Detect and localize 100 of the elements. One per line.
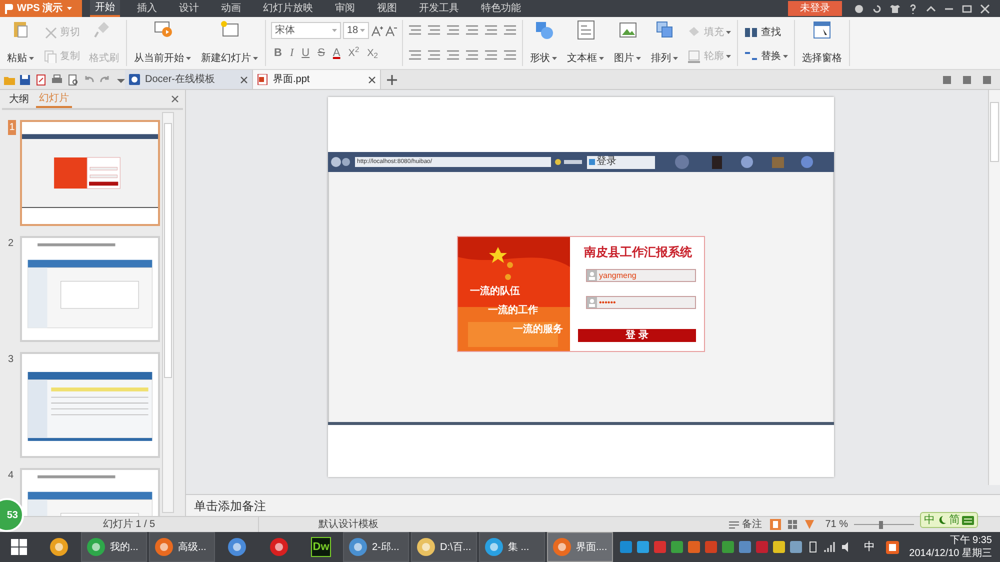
ribbon-button[interactable]: 文本框 (563, 20, 608, 66)
tray-icon (756, 541, 768, 553)
add-tab-icon[interactable] (387, 74, 397, 84)
script-button[interactable]: X$_{2}$ (367, 46, 378, 61)
taskbar-button[interactable]: 集 ... (479, 532, 545, 562)
ribbon-button[interactable]: 粘贴 (3, 20, 38, 66)
ribbon-tool-icon (618, 20, 638, 40)
caret-icon (552, 57, 557, 60)
tray-icon (739, 541, 751, 553)
slide-number: 4 (8, 469, 15, 483)
ribbon-button[interactable]: 形状 (526, 20, 561, 66)
windows-logo-icon (11, 539, 27, 555)
tray-icon (705, 541, 717, 553)
taskbar-button[interactable]: 2-邱... (343, 532, 409, 562)
ribbon-tab[interactable]: 视图 (372, 0, 402, 17)
format-button[interactable]: S (318, 45, 325, 62)
ribbon-button[interactable]: 替换 (741, 46, 791, 66)
ribbon-tab[interactable]: 开发工具 (414, 0, 464, 17)
page-icon (588, 159, 595, 165)
browser-tab[interactable]: 登录 (586, 156, 655, 168)
ribbon-button[interactable]: 从当前开始 (130, 20, 195, 66)
ime-toolbar[interactable]: 中 简 (920, 512, 978, 528)
font-family-field[interactable]: 宋体 (271, 22, 341, 39)
caret-icon (66, 7, 72, 10)
ribbon-button[interactable]: 图片 (610, 20, 645, 66)
close-icon[interactable] (171, 95, 179, 103)
ribbon-tool-icon (576, 20, 596, 40)
taskbar-button[interactable]: 我的... (81, 532, 147, 562)
scrollbar[interactable] (162, 112, 174, 513)
zoom-slider[interactable] (854, 520, 914, 528)
font-size-field[interactable]: 18 (343, 22, 369, 39)
ribbon-tab[interactable]: 审阅 (330, 0, 360, 17)
keyboard-icon (962, 516, 974, 524)
format-button[interactable]: B (274, 45, 282, 62)
ribbon-button[interactable]: 排列 (647, 20, 682, 66)
refresh-icon[interactable] (872, 4, 882, 14)
ribbon-tab[interactable]: 特色功能 (476, 0, 526, 17)
username-field[interactable]: yangmeng (586, 269, 696, 282)
sidebar-tab[interactable]: 大纲 (6, 90, 32, 108)
ribbon-button[interactable]: 查找 (741, 22, 791, 42)
normal-view-icon[interactable] (770, 519, 782, 530)
notes-button[interactable]: 备注 (729, 517, 762, 532)
ribbon-button[interactable]: 选择窗格 (798, 20, 846, 66)
help-icon[interactable] (908, 4, 918, 14)
save-icon[interactable] (19, 74, 31, 86)
ribbon-button[interactable]: 新建幻灯片 (197, 20, 262, 66)
ribbon-tab[interactable]: 开始 (90, 0, 120, 17)
login-submit-button[interactable]: 登 录 (578, 329, 696, 342)
taskbar-button[interactable]: 界面.... (547, 532, 613, 562)
slide-sorter-icon[interactable] (787, 519, 798, 530)
format-button[interactable]: A (332, 45, 340, 62)
caret-icon (599, 57, 604, 60)
script-button[interactable]: X$^{2}$ (348, 46, 360, 61)
document-tab[interactable]: Docer-在线模板 (125, 70, 253, 89)
maximize-icon[interactable] (962, 4, 972, 14)
slide-number: 3 (8, 353, 15, 367)
user-icon (587, 270, 597, 281)
caret-icon (332, 29, 337, 32)
login-button[interactable]: 未登录 (788, 1, 842, 16)
ribbon-tab[interactable]: 设计 (174, 0, 204, 17)
pdf-export-icon[interactable] (35, 74, 47, 86)
format-button[interactable]: I (290, 45, 294, 62)
document-tab[interactable]: 界面.ppt (253, 70, 381, 89)
zoom-level[interactable]: 71 % (825, 517, 848, 532)
clock[interactable]: 下午 9:35 2014/12/10 星期三 (909, 532, 1000, 562)
taskbar-button[interactable]: Dw (301, 532, 341, 562)
ribbon-tool-icon (744, 49, 758, 63)
print-icon[interactable] (51, 74, 63, 86)
align-center-icon (427, 49, 441, 61)
collapse-icon[interactable] (926, 4, 936, 14)
print-preview-icon[interactable] (67, 74, 79, 86)
outdent-icon (446, 24, 460, 36)
taskbar-button[interactable]: 高级... (149, 532, 215, 562)
ribbon-tool-icon (152, 20, 172, 40)
app-icon (484, 537, 504, 557)
ribbon-tool-icon (687, 25, 701, 39)
app-icon (552, 537, 572, 557)
app-icon (227, 537, 247, 557)
password-field[interactable]: •••••• (586, 296, 696, 309)
ribbon-tab[interactable]: 幻灯片放映 (258, 0, 318, 17)
align-right-icon (446, 49, 460, 61)
ribbon-tab[interactable]: 插入 (132, 0, 162, 17)
tray-icon (722, 541, 734, 553)
app-icon (269, 537, 289, 557)
template-name: 默认设计模板 (318, 519, 378, 530)
taskbar-button[interactable]: D:\百... (411, 532, 477, 562)
scrollbar[interactable] (988, 90, 1000, 485)
bullet-list-icon (408, 24, 422, 36)
lock-icon (587, 297, 597, 308)
tray-icon (637, 541, 649, 553)
shirt-icon[interactable] (890, 4, 900, 14)
battery-icon (807, 541, 819, 553)
format-button[interactable]: U (302, 45, 310, 62)
caret-icon (636, 57, 641, 60)
tray-icon (620, 541, 632, 553)
input-method-indicator[interactable]: 中 (864, 538, 875, 556)
ribbon-tool-icon (812, 20, 832, 40)
tray-icon (773, 541, 785, 553)
app-icon (416, 537, 436, 557)
ribbon-tab[interactable]: 动画 (216, 0, 246, 17)
